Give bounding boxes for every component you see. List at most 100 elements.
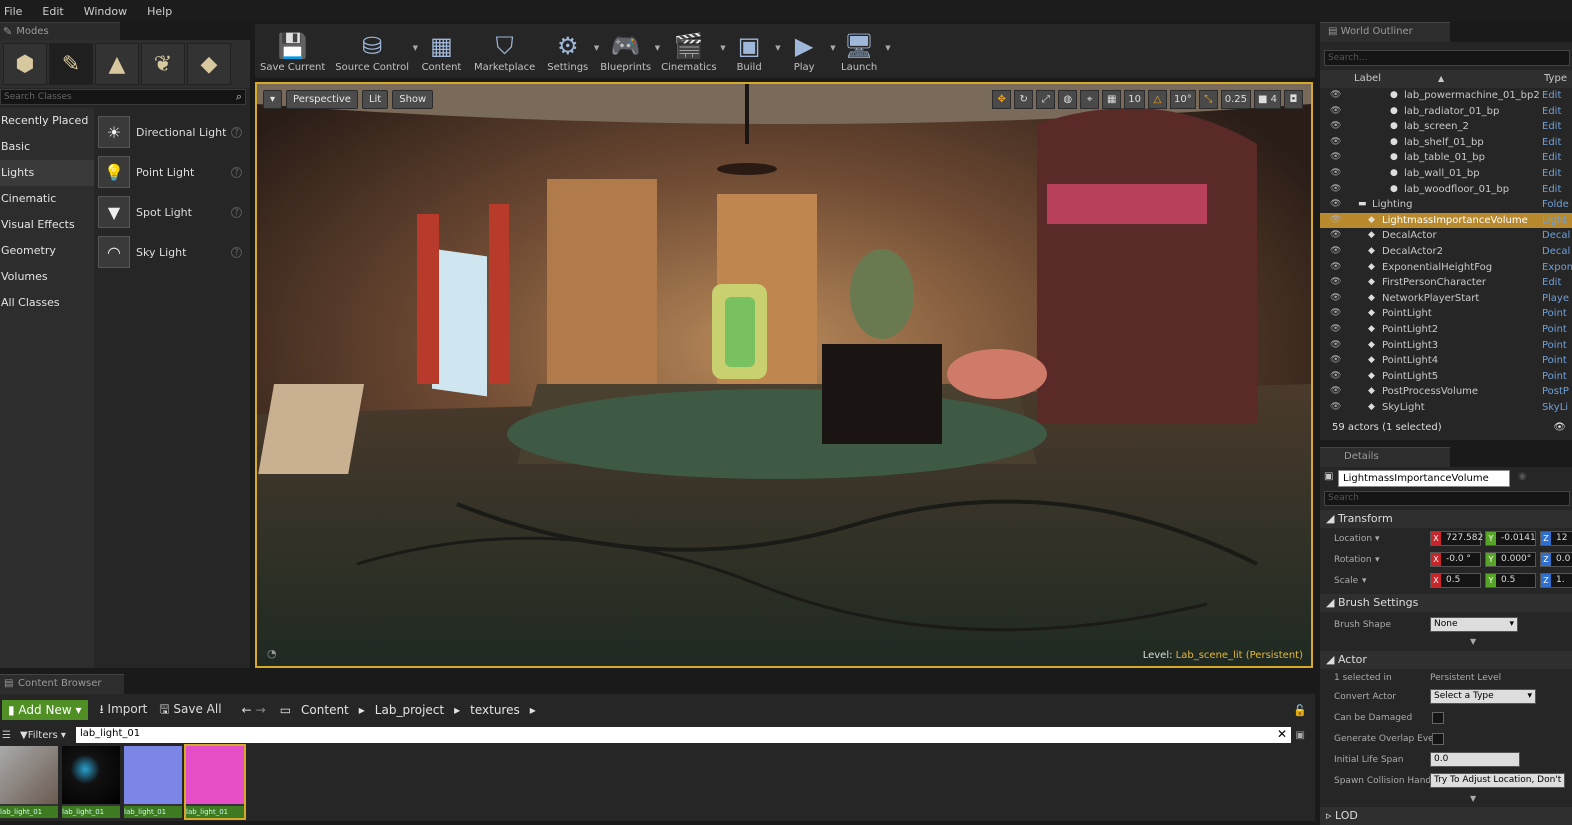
can-be-damaged-checkbox[interactable] bbox=[1432, 712, 1444, 724]
outliner-row-type[interactable]: Edit bbox=[1542, 104, 1561, 120]
outliner-row[interactable]: 👁 ● lab_woodfloor_01_bp Edit bbox=[1320, 182, 1572, 198]
forward-arrow-icon[interactable]: → bbox=[256, 703, 266, 717]
visibility-icon[interactable]: 👁 bbox=[1330, 306, 1341, 322]
rotation-label[interactable]: Rotation bbox=[1334, 550, 1372, 570]
visibility-icon[interactable]: 👁 bbox=[1330, 291, 1341, 307]
scale-z-field[interactable]: Z 1. bbox=[1540, 573, 1572, 588]
menu-help[interactable]: Help bbox=[147, 5, 172, 18]
generate-overlap-checkbox[interactable] bbox=[1432, 733, 1444, 745]
chevron-down-icon[interactable]: ▾ bbox=[1362, 571, 1367, 591]
visibility-icon[interactable]: 👁 bbox=[1330, 353, 1341, 369]
outliner-row[interactable]: 👁 ◆ PointLight2 Point bbox=[1320, 322, 1572, 338]
viewport-menu-button[interactable]: ▾ bbox=[263, 90, 283, 109]
help-icon[interactable]: ? bbox=[231, 206, 242, 218]
scale-icon[interactable]: ⤢ bbox=[1036, 90, 1056, 109]
scale-label[interactable]: Scale bbox=[1334, 571, 1358, 591]
breadcrumb-textures[interactable]: textures bbox=[470, 703, 520, 717]
outliner-row-type[interactable]: Edit bbox=[1542, 135, 1561, 151]
outliner-row-type[interactable]: Point bbox=[1542, 369, 1567, 385]
visibility-icon[interactable]: 👁 bbox=[1330, 88, 1341, 104]
show-button[interactable]: Show bbox=[392, 90, 434, 109]
outliner-row-type[interactable]: Light bbox=[1542, 213, 1567, 229]
category-lights[interactable]: Lights bbox=[0, 160, 94, 186]
outliner-row[interactable]: 👁 ◆ DecalActor2 Decal bbox=[1320, 244, 1572, 260]
brush-settings-section[interactable]: ◢ Brush Settings bbox=[1320, 594, 1572, 612]
outliner-row-type[interactable]: Point bbox=[1542, 306, 1567, 322]
outliner-row[interactable]: 👁 ◆ NetworkPlayerStart Playe bbox=[1320, 291, 1572, 307]
outliner-row-type[interactable]: Point bbox=[1542, 322, 1567, 338]
help-icon[interactable]: ? bbox=[231, 246, 242, 258]
chevron-down-icon[interactable]: ▾ bbox=[1375, 550, 1380, 570]
outliner-row-type[interactable]: Expon bbox=[1542, 260, 1572, 276]
point-light-item[interactable]: 💡 Point Light? bbox=[98, 152, 248, 192]
build-button[interactable]: ▣ Build ▼ bbox=[722, 24, 781, 78]
play-button[interactable]: ▶ Play ▼ bbox=[777, 24, 836, 78]
sort-icon[interactable]: ▲ bbox=[1438, 70, 1444, 88]
save-search-icon[interactable]: ▣ bbox=[1296, 730, 1305, 741]
visibility-icon[interactable]: 👁 bbox=[1330, 260, 1341, 276]
scale-y-field[interactable]: Y 0.5 bbox=[1485, 573, 1536, 588]
brush-shape-select[interactable]: None ▾ bbox=[1430, 617, 1518, 632]
chevron-down-icon[interactable]: ▾ bbox=[1375, 529, 1380, 549]
help-icon[interactable]: ? bbox=[231, 166, 242, 178]
outliner-row-type[interactable]: Edit bbox=[1542, 166, 1561, 182]
outliner-row[interactable]: 👁 ◆ PointLight4 Point bbox=[1320, 353, 1572, 369]
visibility-icon[interactable]: 👁 bbox=[1330, 275, 1341, 291]
surface-snap-icon[interactable]: ⌖ bbox=[1080, 90, 1100, 109]
expand-icon[interactable]: ▼ bbox=[1470, 637, 1476, 646]
outliner-search-input[interactable]: Search... bbox=[1324, 50, 1570, 66]
lod-section[interactable]: ▹ LOD bbox=[1320, 807, 1572, 825]
filters-button[interactable]: ▼Filters ▾ bbox=[20, 730, 66, 741]
type-column-header[interactable]: Type bbox=[1544, 70, 1567, 88]
visibility-icon[interactable]: 👁 bbox=[1330, 150, 1341, 166]
visibility-icon[interactable]: 👁 bbox=[1330, 197, 1341, 213]
outliner-row[interactable]: 👁 ● lab_screen_2 Edit bbox=[1320, 119, 1572, 135]
actor-section[interactable]: ◢ Actor bbox=[1320, 651, 1572, 669]
lit-button[interactable]: Lit bbox=[361, 90, 389, 109]
outliner-row[interactable]: 👁 ◆ SkyLight SkyLi bbox=[1320, 400, 1572, 416]
outliner-row-type[interactable]: Edit bbox=[1542, 119, 1561, 135]
outliner-row-type[interactable]: Edit bbox=[1542, 88, 1561, 104]
visibility-icon[interactable]: 👁 bbox=[1330, 244, 1341, 260]
grid-snap-value[interactable]: 10 bbox=[1124, 90, 1145, 109]
asset-tile[interactable]: lab_light_01 bbox=[0, 746, 58, 818]
save-all-button[interactable]: 🖫 Save All bbox=[159, 700, 221, 721]
content-browser-tab[interactable]: ▤ Content Browser bbox=[0, 674, 124, 694]
foliage-mode-icon[interactable]: ❦ bbox=[141, 43, 185, 85]
modes-tab[interactable]: ✎ Modes bbox=[0, 22, 120, 40]
outliner-row-type[interactable]: PostP bbox=[1542, 384, 1569, 400]
rotation-z-field[interactable]: Z 0.0 bbox=[1540, 552, 1572, 567]
breadcrumb-separator-icon[interactable]: ▸ bbox=[454, 703, 460, 717]
launch-button[interactable]: 🖥 Launch ▼ bbox=[832, 24, 891, 78]
rotation-x-field[interactable]: X -0.0 ° bbox=[1430, 552, 1481, 567]
asset-search-input[interactable]: lab_light_01 ✕ bbox=[76, 727, 1291, 743]
category-volumes[interactable]: Volumes bbox=[0, 264, 94, 290]
label-column-header[interactable]: Label bbox=[1354, 70, 1381, 88]
expand-icon[interactable]: ▼ bbox=[1470, 794, 1476, 803]
outliner-row-type[interactable]: Edit bbox=[1542, 150, 1561, 166]
breadcrumb-separator-icon[interactable]: ▸ bbox=[359, 703, 365, 717]
blueprints-button[interactable]: 🎮 Blueprints ▼ bbox=[595, 24, 660, 78]
outliner-row[interactable]: 👁 ● lab_powermachine_01_bp2 Edit bbox=[1320, 88, 1572, 104]
maximize-icon[interactable]: ◘ bbox=[1284, 90, 1303, 109]
grid-icon[interactable]: ▦ bbox=[1102, 90, 1122, 109]
visibility-icon[interactable]: 👁 bbox=[1330, 166, 1341, 182]
source-control-button[interactable]: ⛁ Source Control ▼ bbox=[330, 24, 418, 78]
add-new-button[interactable]: ▮ Add New ▾ bbox=[2, 700, 88, 720]
chevron-down-icon[interactable]: ▼ bbox=[885, 44, 890, 52]
place-mode-icon[interactable]: ⬢ bbox=[3, 43, 47, 85]
selected-in-value[interactable]: Persistent Level bbox=[1430, 668, 1501, 688]
outliner-row-type[interactable]: Playe bbox=[1542, 291, 1569, 307]
visibility-icon[interactable]: 👁 bbox=[1330, 135, 1341, 151]
perspective-button[interactable]: Perspective bbox=[286, 90, 358, 109]
visibility-icon[interactable]: 👁 bbox=[1330, 182, 1341, 198]
location-z-field[interactable]: Z 12 bbox=[1540, 531, 1572, 546]
visibility-icon[interactable]: 👁 bbox=[1330, 119, 1341, 135]
rotate-icon[interactable]: ↻ bbox=[1014, 90, 1034, 109]
category-visual-effects[interactable]: Visual Effects bbox=[0, 212, 94, 238]
visibility-icon[interactable]: 👁 bbox=[1330, 213, 1341, 229]
scale-snap-value[interactable]: 0.25 bbox=[1220, 90, 1251, 109]
outliner-row-type[interactable]: SkyLi bbox=[1542, 400, 1568, 416]
outliner-row[interactable]: 👁 ● lab_table_01_bp Edit bbox=[1320, 150, 1572, 166]
outliner-row-type[interactable]: Edit bbox=[1542, 275, 1561, 291]
